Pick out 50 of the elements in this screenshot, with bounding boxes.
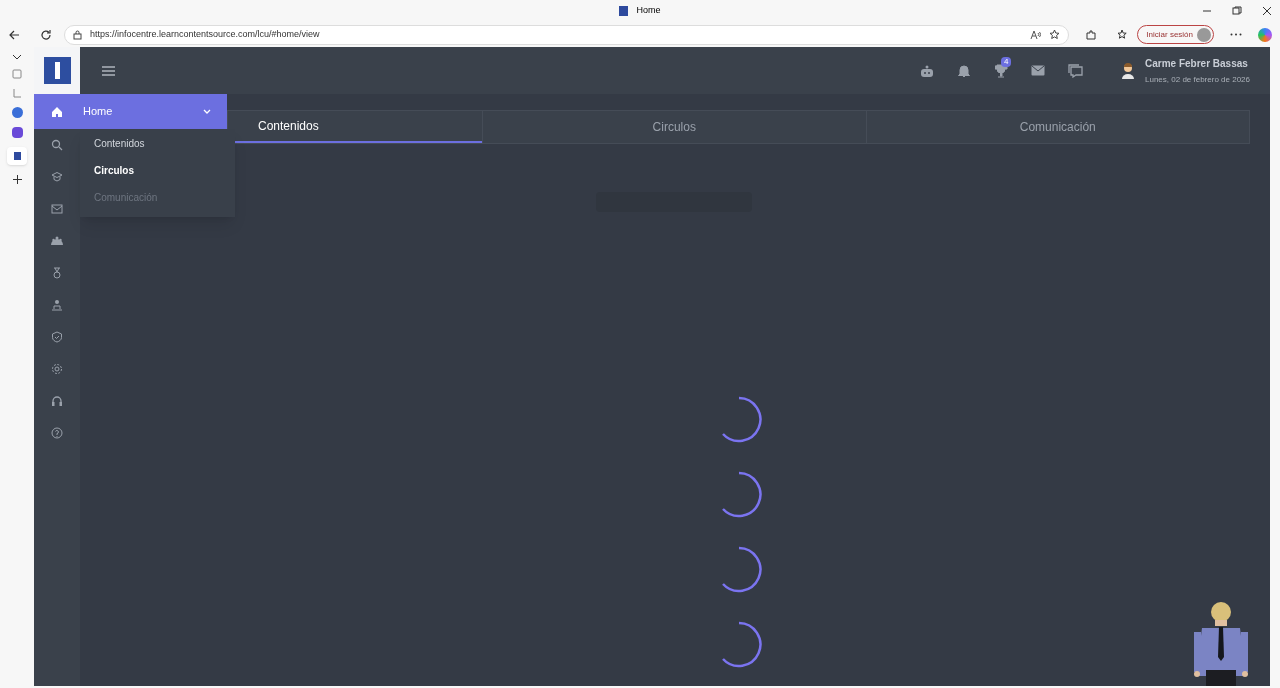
tabs-icon[interactable] [12,69,22,79]
reload-icon[interactable] [40,28,52,41]
favorites-icon[interactable] [1117,28,1130,41]
app-icon[interactable] [11,127,23,138]
person-icon[interactable] [51,299,63,311]
notification-badge: 4 [1001,56,1012,67]
url-text: https://infocentre.learncontentsource.com/lcu/#home/view [90,27,321,41]
address-bar[interactable]: https://infocentre.learncontentsource.com/lcu/#home/view [64,24,1070,45]
menu-icon[interactable] [102,65,115,76]
tab-favicon-icon [619,6,629,16]
tab-title[interactable]: Home [636,4,661,18]
date-text: Lunes, 02 de febrero de 2026 [1145,73,1250,86]
submenu-item[interactable]: Circulos [94,163,134,178]
shield-icon[interactable] [51,331,63,343]
more-icon[interactable] [1230,33,1242,36]
tab[interactable]: Circulos [482,111,866,143]
trophy-icon[interactable] [994,63,1008,78]
star-icon[interactable] [1049,29,1061,40]
headset-icon[interactable] [51,395,63,407]
avatar-icon [1121,62,1135,79]
logo [43,57,71,84]
help-icon[interactable] [51,427,63,439]
copilot-icon[interactable] [1258,27,1272,42]
group-icon[interactable] [51,235,63,247]
user-name: Carme Febrer Bassas [1145,56,1249,71]
read-aloud-icon[interactable] [1030,29,1042,40]
graduation-cap-icon[interactable] [51,171,63,183]
medal-icon[interactable] [51,267,63,279]
bell-icon[interactable] [957,63,971,78]
add-icon[interactable] [11,174,23,185]
chevron-down-icon[interactable] [12,54,22,60]
chevron-down-icon [203,109,211,114]
profile-icon [1197,27,1211,42]
tab[interactable]: Contenidos [228,111,482,143]
mail-icon[interactable] [51,203,63,215]
back-icon[interactable] [8,28,20,41]
robot-icon[interactable] [920,64,934,77]
tab[interactable]: Comunicación [865,111,1249,143]
restore-icon[interactable] [1232,6,1242,16]
mail-icon[interactable] [1031,65,1045,76]
chat-icon[interactable] [1068,63,1083,78]
close-icon[interactable] [1262,6,1272,16]
search-icon[interactable] [51,139,63,151]
lock-icon [73,29,82,40]
gear-icon[interactable] [51,363,63,375]
site-tab-icon[interactable] [7,147,27,165]
home-menu-item[interactable]: Home [34,94,227,129]
home-icon [51,105,63,118]
app-icon[interactable] [11,107,23,118]
submenu-item[interactable]: Contenidos [94,136,145,151]
